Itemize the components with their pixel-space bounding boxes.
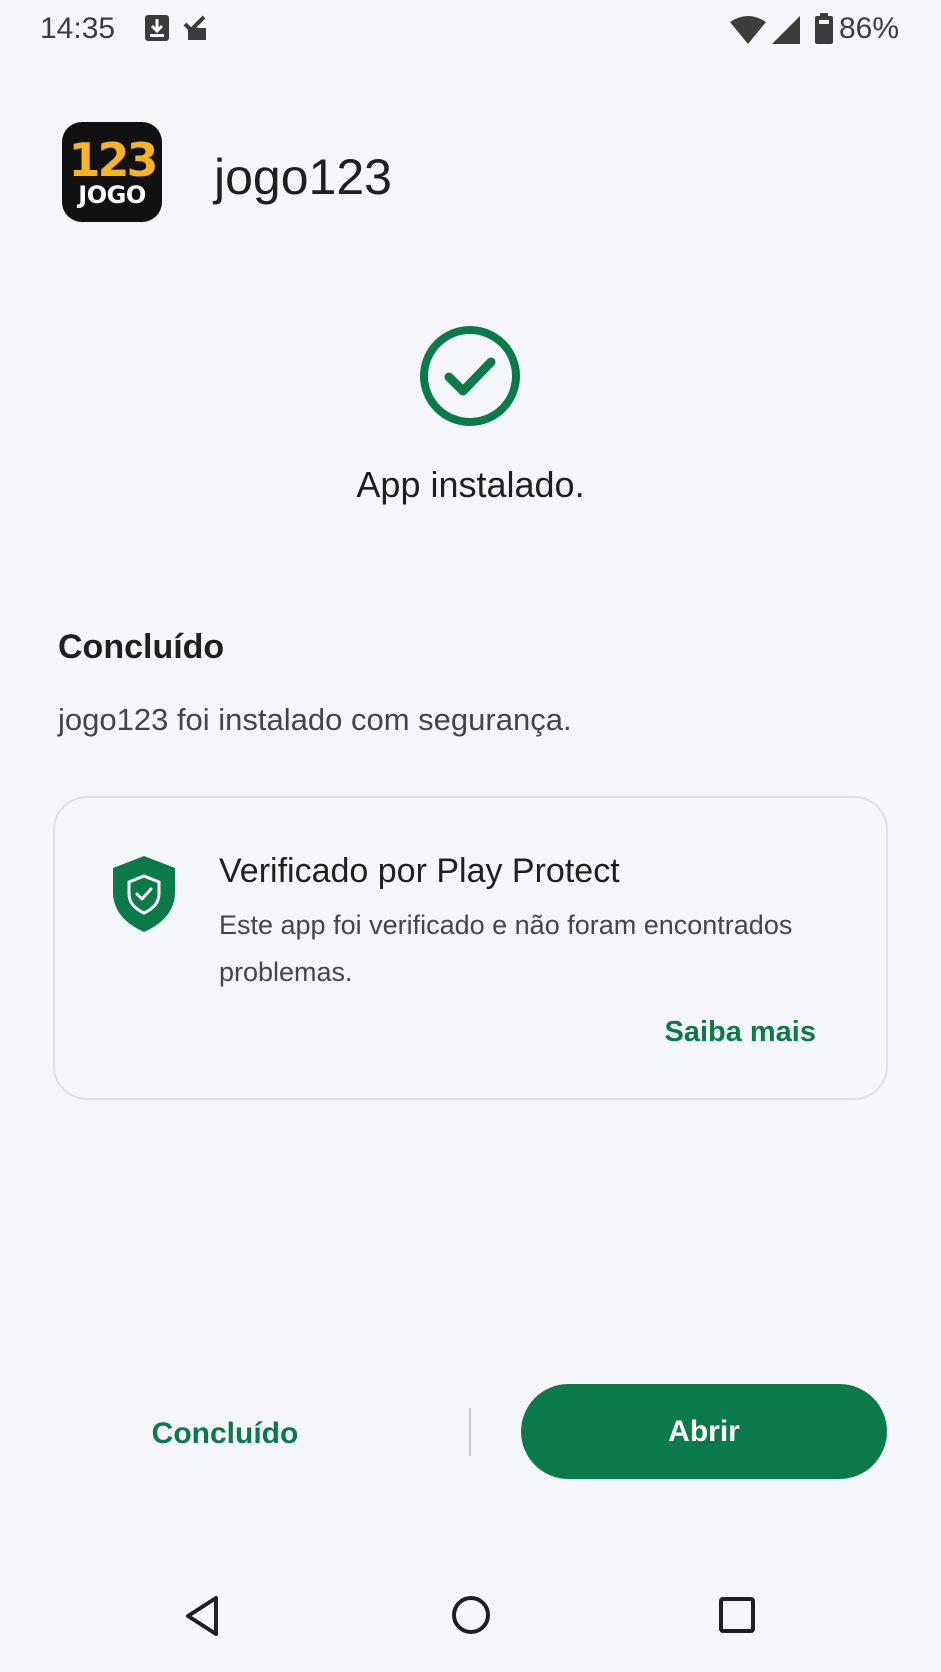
battery-icon xyxy=(814,13,834,50)
open-button[interactable]: Abrir xyxy=(521,1384,887,1479)
section-title: Concluído xyxy=(58,628,225,666)
status-time: 14:35 xyxy=(40,12,116,45)
button-divider xyxy=(469,1408,471,1456)
app-name: jogo123 xyxy=(214,149,392,205)
learn-more-link[interactable]: Saiba mais xyxy=(664,1016,816,1049)
done-button[interactable]: Concluído xyxy=(120,1406,330,1462)
section-description: jogo123 foi instalado com segurança. xyxy=(58,702,572,737)
protect-description: Este app foi verificado e não foram enco… xyxy=(219,910,793,987)
cellular-signal-icon xyxy=(772,16,800,49)
back-icon[interactable] xyxy=(182,1594,222,1643)
app-icon-number: 123 xyxy=(68,133,158,187)
protect-title: Verificado por Play Protect xyxy=(219,852,620,890)
download-icon xyxy=(144,14,172,49)
install-complete-screen: 14:35 86% 123 JOGO jogo123 App instalado… xyxy=(0,0,941,1672)
app-icon-word: JOGO xyxy=(78,181,146,209)
wifi-icon xyxy=(730,16,766,49)
home-icon[interactable] xyxy=(450,1594,492,1641)
task-done-icon xyxy=(180,14,210,49)
status-bar: 14:35 86% xyxy=(0,0,941,60)
success-message: App instalado. xyxy=(356,464,585,505)
battery-percent: 86% xyxy=(838,12,899,45)
shield-check-icon xyxy=(111,854,177,934)
app-icon: 123 JOGO xyxy=(62,122,162,222)
recents-icon[interactable] xyxy=(718,1596,756,1639)
play-protect-card: Verificado por Play Protect Este app foi… xyxy=(53,796,888,1100)
check-circle-icon xyxy=(418,324,522,428)
